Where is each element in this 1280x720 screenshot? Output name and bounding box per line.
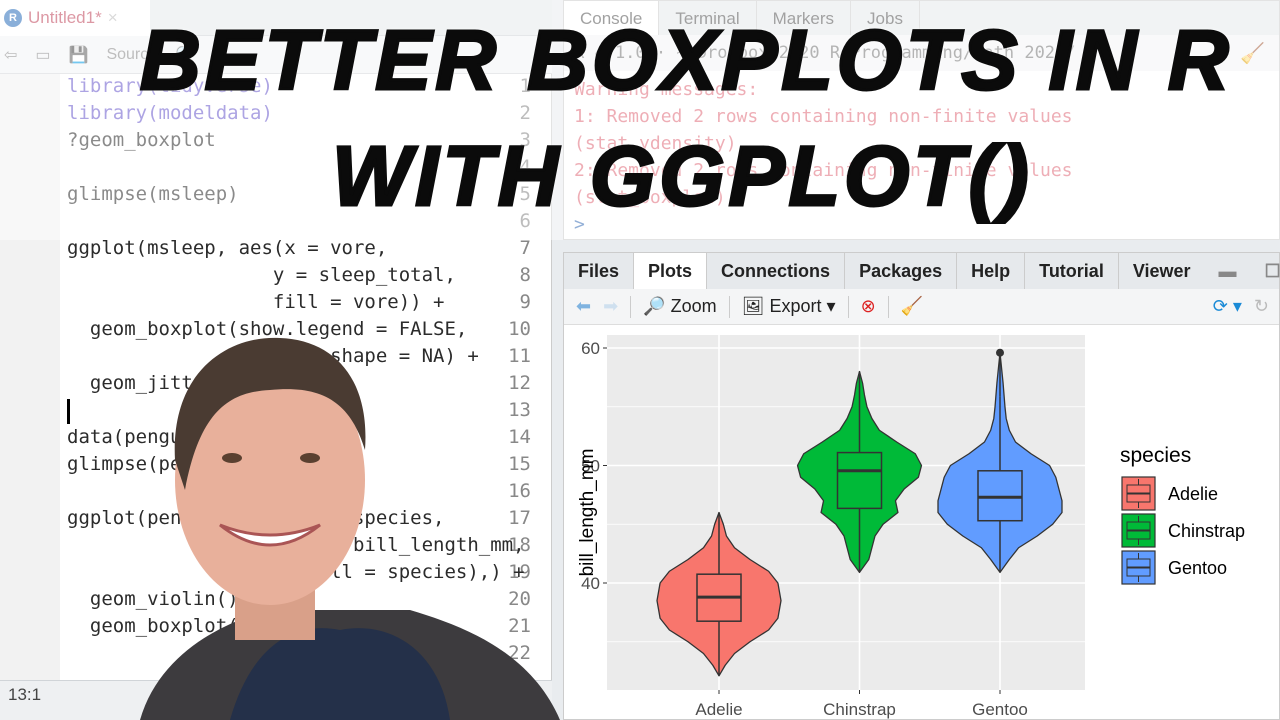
presenter-photo	[140, 337, 560, 720]
plots-toolbar: ⬅ ➡ 🔎 Zoom 🖼 Export ▾ ⊗ 🧹 ⟳ ▾ ↻	[564, 289, 1279, 325]
divider	[630, 295, 632, 318]
code-line[interactable]: ggplot(msleep, aes(x = vore,	[67, 237, 387, 259]
code-line[interactable]: y = sleep_total,	[67, 264, 456, 286]
tab-viewer[interactable]: Viewer	[1119, 253, 1205, 289]
thumbnail-title-line-2: WITH GGPLOT()	[331, 128, 1033, 225]
zoom-button[interactable]: 🔎 Zoom	[643, 296, 716, 317]
minimize-pane-icon[interactable]: ▬	[1205, 253, 1251, 289]
line-number: 7	[519, 237, 531, 259]
export-label: Export	[769, 296, 822, 316]
tab-packages[interactable]: Packages	[845, 253, 958, 289]
divider	[887, 295, 889, 318]
refresh-icon[interactable]: ↻	[1254, 296, 1269, 317]
text-cursor	[67, 399, 70, 424]
previous-plot-icon[interactable]: ⬅	[576, 296, 591, 317]
box-chinstrap	[836, 451, 883, 510]
clear-all-plots-broom-icon[interactable]: 🧹	[901, 296, 923, 317]
thumbnail-title-line-1: BETTER BOXPLOTS IN R	[139, 12, 1233, 109]
legend-title: species	[1120, 444, 1191, 467]
tab-plots[interactable]: Plots	[634, 253, 708, 289]
cursor-position: 13:1	[8, 685, 42, 704]
y-tick-label: 60	[581, 339, 600, 358]
magnifier-icon: 🔎	[643, 296, 666, 316]
code-line[interactable]: fill = vore)) +	[67, 291, 445, 313]
x-tick-label: Chinstrap	[823, 700, 896, 719]
tab-files[interactable]: Files	[564, 253, 635, 289]
x-tick-label: Adelie	[695, 700, 742, 719]
tab-help[interactable]: Help	[957, 253, 1026, 289]
line-number: 9	[519, 291, 531, 313]
tab-tutorial[interactable]: Tutorial	[1025, 253, 1119, 289]
violin-boxplot-chart: 405060bill_length_mmAdelieAdelieChinstra…	[577, 335, 1245, 719]
publish-icon[interactable]: ⟳ ▾	[1213, 296, 1242, 317]
y-axis-label: bill_length_mm	[577, 449, 598, 577]
presenter-eye	[222, 453, 242, 463]
legend-label: Adelie	[1168, 484, 1218, 504]
x-tick-label: Gentoo	[972, 700, 1028, 719]
presenter-eye	[300, 453, 320, 463]
outlier-point	[996, 348, 1004, 357]
divider	[847, 295, 849, 318]
export-button[interactable]: 🖼 Export ▾	[742, 296, 836, 317]
maximize-pane-icon[interactable]: ☐	[1251, 253, 1280, 289]
legend-label: Gentoo	[1168, 558, 1227, 578]
zoom-label: Zoom	[670, 296, 717, 316]
divider	[728, 295, 730, 318]
legend-label: Chinstrap	[1168, 521, 1245, 541]
remove-plot-icon[interactable]: ⊗	[861, 296, 876, 317]
line-number: 8	[519, 264, 531, 286]
tab-connections[interactable]: Connections	[707, 253, 846, 289]
plots-tab-bar: Files Plots Connections Packages Help Tu…	[564, 253, 1280, 289]
export-image-icon: 🖼	[741, 296, 765, 316]
next-plot-icon[interactable]: ➡	[603, 296, 618, 317]
